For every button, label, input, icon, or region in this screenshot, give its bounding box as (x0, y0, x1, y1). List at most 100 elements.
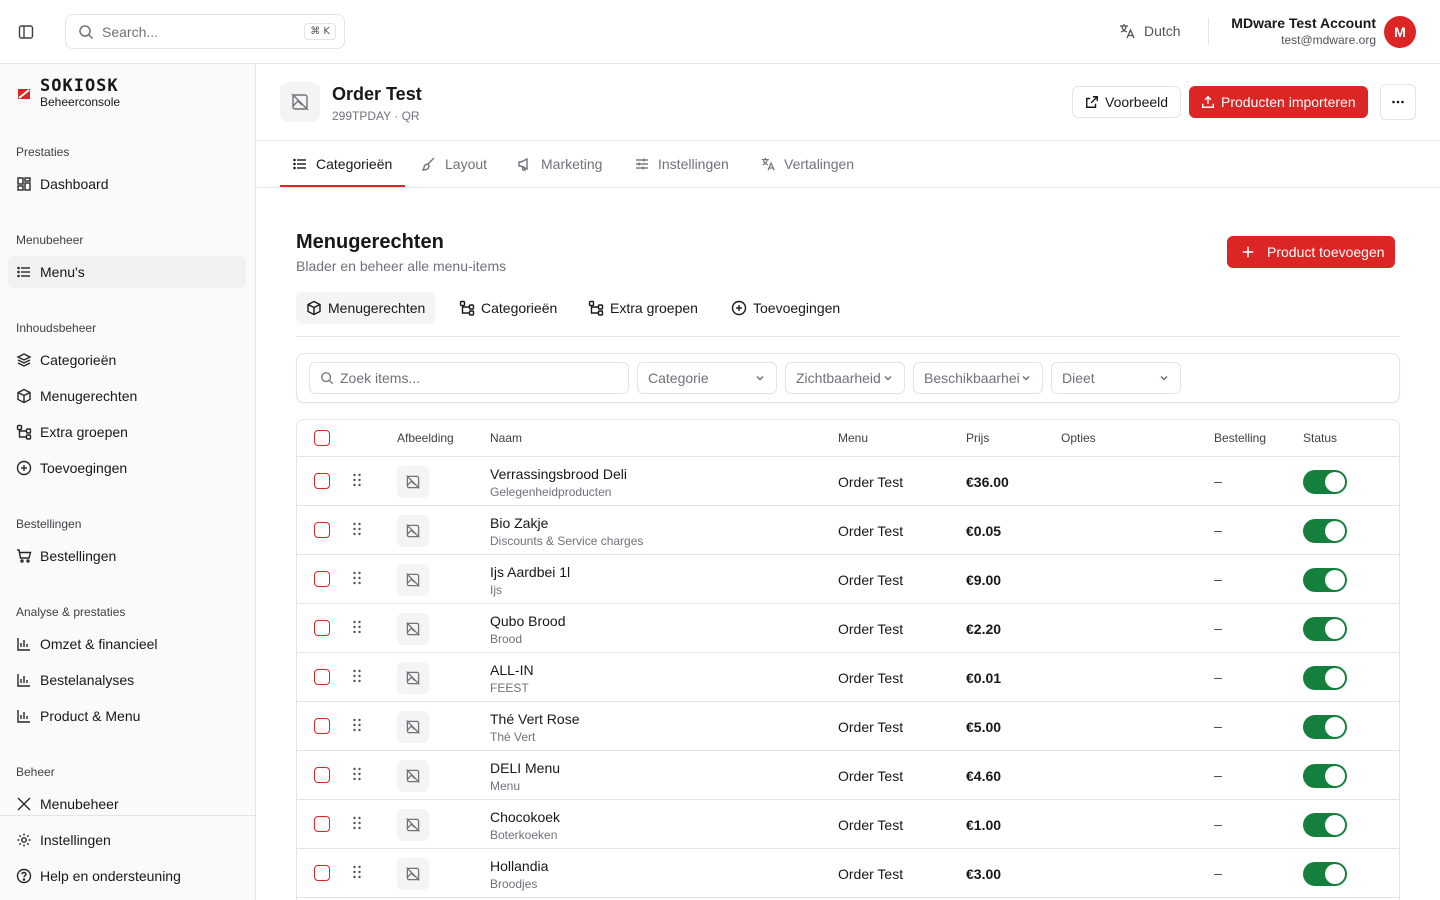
status-toggle[interactable] (1303, 715, 1347, 739)
row-checkbox[interactable] (314, 620, 330, 636)
import-products-button[interactable]: Producten importeren (1189, 86, 1368, 118)
drag-handle-icon[interactable] (352, 620, 362, 634)
column-header-opties: Opties (1061, 431, 1096, 445)
sidebar-item-product-menu[interactable]: Product & Menu (8, 700, 246, 732)
sidebar-item-extra-groepen[interactable]: Extra groepen (8, 416, 246, 448)
item-menu: Order Test (838, 670, 904, 686)
sidebar-item-omzet[interactable]: Omzet & financieel (8, 628, 246, 660)
tab-categorieen[interactable]: Categorieën (292, 141, 392, 187)
sidebar-item-bestellingen[interactable]: Bestellingen (8, 540, 246, 572)
diet-filter-select[interactable]: Dieet (1051, 362, 1181, 394)
item-price: €4.60 (966, 768, 1002, 784)
tab-layout[interactable]: Layout (421, 141, 487, 187)
subtab-extra-groepen[interactable]: Extra groepen (578, 292, 708, 324)
sidebar-item-toevoegingen[interactable]: Toevoegingen (8, 452, 246, 484)
sidebar-item-dashboard[interactable]: Dashboard (8, 168, 246, 200)
table-row[interactable]: Verrassingsbrood Deli Gelegenheidproducte… (297, 457, 1399, 506)
item-name[interactable]: Verrassingsbrood Deli (490, 466, 627, 482)
search-icon (320, 371, 334, 385)
column-header-menu[interactable]: Menu (838, 431, 868, 445)
more-options-button[interactable] (1380, 84, 1416, 120)
sliders-icon (634, 156, 650, 172)
item-name[interactable]: Ijs Aardbei 1l (490, 564, 570, 580)
tab-marketing[interactable]: Marketing (517, 141, 602, 187)
sidebar-item-instellingen[interactable]: Instellingen (8, 824, 246, 856)
drag-handle-icon[interactable] (352, 767, 362, 781)
row-checkbox[interactable] (314, 522, 330, 538)
layers-icon (16, 352, 32, 368)
paintbrush-icon (421, 156, 437, 172)
row-checkbox[interactable] (314, 718, 330, 734)
tab-instellingen[interactable]: Instellingen (634, 141, 729, 187)
visibility-filter-select[interactable]: Zichtbaarheid (785, 362, 905, 394)
table-row[interactable]: Hollandia Broodjes Order Test €3.00 – (297, 849, 1399, 898)
add-product-button[interactable]: Product toevoegen (1227, 236, 1395, 268)
nav-section-prestaties: Prestaties (16, 145, 70, 159)
column-header-prijs[interactable]: Prijs (966, 431, 989, 445)
drag-handle-icon[interactable] (352, 473, 362, 487)
select-all-checkbox[interactable] (314, 430, 330, 446)
sidebar-item-categorieen[interactable]: Categorieën (8, 344, 246, 376)
item-name[interactable]: ALL-IN (490, 662, 534, 678)
subtab-toevoegingen[interactable]: Toevoegingen (721, 292, 850, 324)
item-name[interactable]: Chocokoek (490, 809, 560, 825)
item-name[interactable]: Thé Vert Rose (490, 711, 580, 727)
status-toggle[interactable] (1303, 470, 1347, 494)
availability-filter-select[interactable]: Beschikbaarheid (913, 362, 1043, 394)
table-row[interactable]: DELI Menu Menu Order Test €4.60 – (297, 751, 1399, 800)
item-name[interactable]: Qubo Brood (490, 613, 566, 629)
status-toggle[interactable] (1303, 568, 1347, 592)
drag-handle-icon[interactable] (352, 522, 362, 536)
status-toggle[interactable] (1303, 617, 1347, 641)
drag-handle-icon[interactable] (352, 865, 362, 879)
global-search-input[interactable]: Search... ⌘ K (65, 14, 345, 49)
table-row[interactable]: Qubo Brood Brood Order Test €2.20 – (297, 604, 1399, 653)
drag-handle-icon[interactable] (352, 669, 362, 683)
table-row[interactable]: Chocokoek Boterkoeken Order Test €1.00 – (297, 800, 1399, 849)
sidebar-item-help[interactable]: Help en ondersteuning (8, 860, 246, 892)
language-switcher[interactable]: Dutch (1118, 22, 1181, 40)
image-off-icon (397, 858, 429, 890)
drag-handle-icon[interactable] (352, 718, 362, 732)
item-name[interactable]: DELI Menu (490, 760, 560, 776)
availability-filter-label: Beschikbaarheid (924, 370, 1020, 386)
brand-logo[interactable]: SOKIOSK Beheerconsole (16, 78, 120, 109)
status-toggle[interactable] (1303, 519, 1347, 543)
item-name[interactable]: Hollandia (490, 858, 548, 874)
item-order: – (1214, 718, 1222, 734)
table-row[interactable]: ALL-IN FEEST Order Test €0.01 – (297, 653, 1399, 702)
subtab-categorieen[interactable]: Categorieën (449, 292, 567, 324)
drag-handle-icon[interactable] (352, 816, 362, 830)
drag-handle-icon[interactable] (352, 571, 362, 585)
sidebar-item-menugerechten[interactable]: Menugerechten (8, 380, 246, 412)
status-toggle[interactable] (1303, 764, 1347, 788)
row-checkbox[interactable] (314, 571, 330, 587)
column-header-bestelling[interactable]: Bestelling (1214, 431, 1266, 445)
status-toggle[interactable] (1303, 666, 1347, 690)
row-checkbox[interactable] (314, 767, 330, 783)
item-search-input[interactable]: Zoek items... (309, 362, 629, 394)
table-row[interactable]: Ijs Aardbei 1l Ijs Order Test €9.00 – (297, 555, 1399, 604)
account-info[interactable]: MDware Test Account test@mdware.org (1231, 15, 1376, 47)
nav-section-bestellingen: Bestellingen (16, 517, 82, 531)
tab-vertalingen[interactable]: Vertalingen (760, 141, 854, 187)
table-row[interactable]: Thé Vert Rose Thé Vert Order Test €5.00 – (297, 702, 1399, 751)
status-toggle[interactable] (1303, 813, 1347, 837)
subtab-menugerechten[interactable]: Menugerechten (296, 292, 436, 324)
item-name[interactable]: Bio Zakje (490, 515, 548, 531)
row-checkbox[interactable] (314, 473, 330, 489)
row-checkbox[interactable] (314, 669, 330, 685)
section-subtitle: Blader en beheer alle menu-items (296, 258, 507, 274)
row-checkbox[interactable] (314, 865, 330, 881)
status-toggle[interactable] (1303, 862, 1347, 886)
sidebar-item-menus[interactable]: Menu's (8, 256, 246, 288)
category-filter-select[interactable]: Categorie (637, 362, 777, 394)
row-checkbox[interactable] (314, 816, 330, 832)
sidebar-item-bestelanalyses[interactable]: Bestelanalyses (8, 664, 246, 696)
table-row[interactable]: Bio Zakje Discounts & Service charges Orde… (297, 506, 1399, 555)
column-header-naam[interactable]: Naam (490, 431, 522, 445)
preview-button[interactable]: Voorbeeld (1072, 86, 1182, 118)
sidebar-toggle-icon[interactable] (14, 20, 38, 44)
import-button-label: Producten importeren (1221, 94, 1356, 110)
avatar[interactable]: M (1384, 16, 1416, 48)
